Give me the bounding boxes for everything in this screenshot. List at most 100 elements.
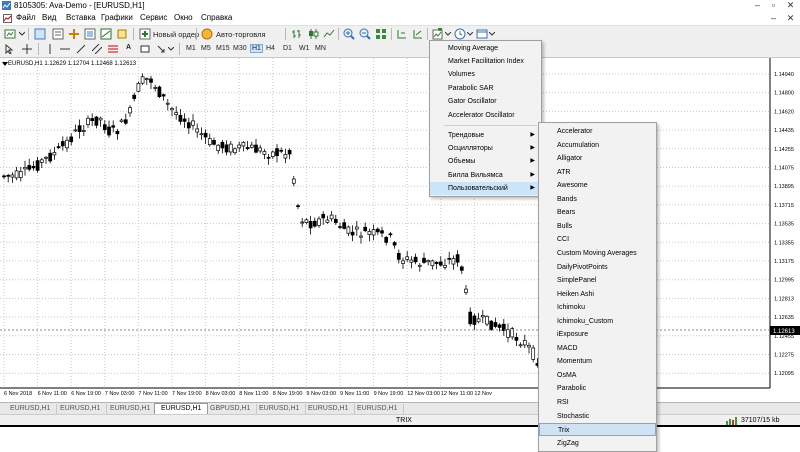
- menu-item-dailypivotpoints[interactable]: DailyPivotPoints: [539, 261, 656, 274]
- timeframe-h1[interactable]: H1: [250, 44, 263, 53]
- menu-view[interactable]: Вид: [42, 13, 56, 22]
- menu-tools[interactable]: Сервис: [140, 13, 167, 22]
- menu-item-awesome[interactable]: Awesome: [539, 179, 656, 192]
- tile-windows-icon[interactable]: [375, 28, 387, 40]
- chart-shift-icon[interactable]: [396, 28, 408, 40]
- menu-item-iexposure[interactable]: iExposure: [539, 328, 656, 341]
- menu-item-ichimoku[interactable]: Ichimoku: [539, 301, 656, 314]
- menu-item-parabolic[interactable]: Parabolic: [539, 382, 656, 395]
- menu-item-trend[interactable]: Трендовые ▶: [430, 129, 541, 142]
- bar-chart-icon[interactable]: [291, 28, 303, 40]
- menu-charts[interactable]: Графики: [101, 13, 133, 22]
- menu-window[interactable]: Окно: [174, 13, 193, 22]
- fibonacci-icon[interactable]: [108, 44, 118, 54]
- tab-eurusd-h1[interactable]: EURUSD,H1: [4, 404, 58, 414]
- chevron-down-icon[interactable]: [489, 32, 495, 37]
- timeframe-h4[interactable]: H4: [266, 45, 275, 52]
- menu-item-accelerator-oscillator[interactable]: Accelerator Oscillator: [430, 109, 541, 122]
- menu-item-momentum[interactable]: Momentum: [539, 355, 656, 368]
- menu-item-heiken-ashi[interactable]: Heiken Ashi: [539, 288, 656, 301]
- timeframe-m15[interactable]: M15: [216, 45, 230, 52]
- tab-eurusd-h1[interactable]: EURUSD,H1: [104, 404, 158, 414]
- menu-item-trix[interactable]: Trix: [539, 423, 656, 437]
- menu-item-cci[interactable]: CCI: [539, 233, 656, 246]
- timeframe-m30[interactable]: M30: [233, 45, 247, 52]
- new-order-icon[interactable]: [139, 28, 151, 40]
- menu-item-custom[interactable]: Пользовательский ▶: [430, 182, 541, 195]
- data-window-icon[interactable]: [84, 28, 96, 40]
- timeframe-mn[interactable]: MN: [315, 45, 326, 52]
- menu-item-gator-oscillator[interactable]: Gator Oscillator: [430, 95, 541, 108]
- maximize-button[interactable]: ▫: [767, 0, 780, 11]
- menu-item-ichimoku-custom[interactable]: Ichimoku_Custom: [539, 315, 656, 328]
- menu-item-accumulation[interactable]: Accumulation: [539, 139, 656, 152]
- autotrade-icon[interactable]: [201, 28, 213, 40]
- timeframe-d1[interactable]: D1: [283, 45, 292, 52]
- menu-item-atr[interactable]: ATR: [539, 166, 656, 179]
- menu-item-stochastic[interactable]: Stochastic: [539, 410, 656, 423]
- menu-item-custom-moving-averages[interactable]: Custom Moving Averages: [539, 247, 656, 260]
- menu-item-bill-williams[interactable]: Билла Вильямса ▶: [430, 169, 541, 182]
- chevron-down-icon[interactable]: [467, 32, 473, 37]
- timeframe-m1[interactable]: M1: [186, 45, 196, 52]
- menu-item-bears[interactable]: Bears: [539, 206, 656, 219]
- child-close-button[interactable]: ✕: [784, 13, 797, 24]
- new-order-button[interactable]: Новый ордер: [153, 30, 199, 39]
- price-chart[interactable]: 1.14940 1.14800 1.14620 1.14435 1.14255 1.140…: [0, 58, 800, 403]
- autoscroll-icon[interactable]: [412, 28, 424, 40]
- menu-item-zigzag[interactable]: ZigZag: [539, 437, 656, 450]
- chevron-down-icon[interactable]: [168, 47, 174, 52]
- new-chart-icon[interactable]: [4, 28, 18, 40]
- chevron-down-icon[interactable]: [19, 31, 25, 37]
- minimize-button[interactable]: –: [751, 0, 764, 11]
- menu-item-volumes-group[interactable]: Объемы ▶: [430, 155, 541, 168]
- profiles-icon[interactable]: [34, 28, 46, 40]
- terminal-icon[interactable]: [100, 28, 112, 40]
- menu-item-bulls[interactable]: Bulls: [539, 220, 656, 233]
- timeframe-w1[interactable]: W1: [299, 45, 310, 52]
- zoom-out-icon[interactable]: [359, 28, 371, 40]
- tab-gbpusd-h1[interactable]: GBPUSD,H1: [204, 404, 258, 414]
- autotrade-button[interactable]: Авто-торговля: [216, 30, 266, 39]
- strategy-tester-icon[interactable]: [116, 28, 128, 40]
- timeframe-m5[interactable]: M5: [201, 45, 211, 52]
- market-watch-icon[interactable]: [52, 28, 64, 40]
- crosshair-icon[interactable]: [22, 44, 32, 54]
- menu-item-accelerator[interactable]: Accelerator: [539, 125, 656, 138]
- tab-eurusd-h1[interactable]: EURUSD,H1: [253, 404, 307, 414]
- channel-icon[interactable]: [92, 44, 102, 54]
- text-label-icon[interactable]: [140, 44, 150, 54]
- menu-help[interactable]: Справка: [201, 13, 232, 22]
- text-icon[interactable]: A: [126, 44, 131, 51]
- tab-eurusd-h1[interactable]: EURUSD,H1: [54, 404, 108, 414]
- menu-item-oscillators[interactable]: Осцилляторы ▶: [430, 142, 541, 155]
- menu-item-rsi[interactable]: RSI: [539, 396, 656, 409]
- zoom-in-icon[interactable]: [343, 28, 355, 40]
- menu-insert[interactable]: Вставка: [66, 13, 96, 22]
- child-minimize-button[interactable]: –: [767, 13, 780, 24]
- trendline-icon[interactable]: [76, 44, 86, 54]
- menu-item-volumes[interactable]: Volumes: [430, 68, 541, 81]
- menu-item-bands[interactable]: Bands: [539, 193, 656, 206]
- chevron-down-icon[interactable]: [445, 32, 451, 37]
- menu-item-macd[interactable]: MACD: [539, 342, 656, 355]
- tab-eurusd-h1[interactable]: EURUSD,H1: [302, 404, 356, 414]
- vertical-line-icon[interactable]: [45, 44, 55, 54]
- menu-item-market-facilitation-index[interactable]: Market Facilitation Index: [430, 55, 541, 68]
- menu-item-parabolic-sar[interactable]: Parabolic SAR: [430, 82, 541, 95]
- horizontal-line-icon[interactable]: [60, 44, 70, 54]
- cursor-icon[interactable]: [5, 44, 15, 54]
- close-button[interactable]: ✕: [784, 0, 797, 11]
- menu-file[interactable]: Файл: [16, 13, 36, 22]
- menu-item-osma[interactable]: OsMA: [539, 369, 656, 382]
- periods-icon[interactable]: [454, 28, 466, 40]
- arrows-icon[interactable]: [156, 44, 166, 54]
- navigator-icon[interactable]: [68, 28, 80, 40]
- menu-item-alligator[interactable]: Alligator: [539, 152, 656, 165]
- templates-icon[interactable]: [476, 28, 488, 40]
- indicators-icon[interactable]: [432, 28, 444, 40]
- candlestick-icon[interactable]: [307, 28, 319, 40]
- menu-item-moving-average[interactable]: Moving Average: [430, 42, 541, 55]
- tab-eurusd-h1[interactable]: EURUSD,H1: [351, 404, 405, 414]
- menu-item-simplepanel[interactable]: SimplePanel: [539, 274, 656, 287]
